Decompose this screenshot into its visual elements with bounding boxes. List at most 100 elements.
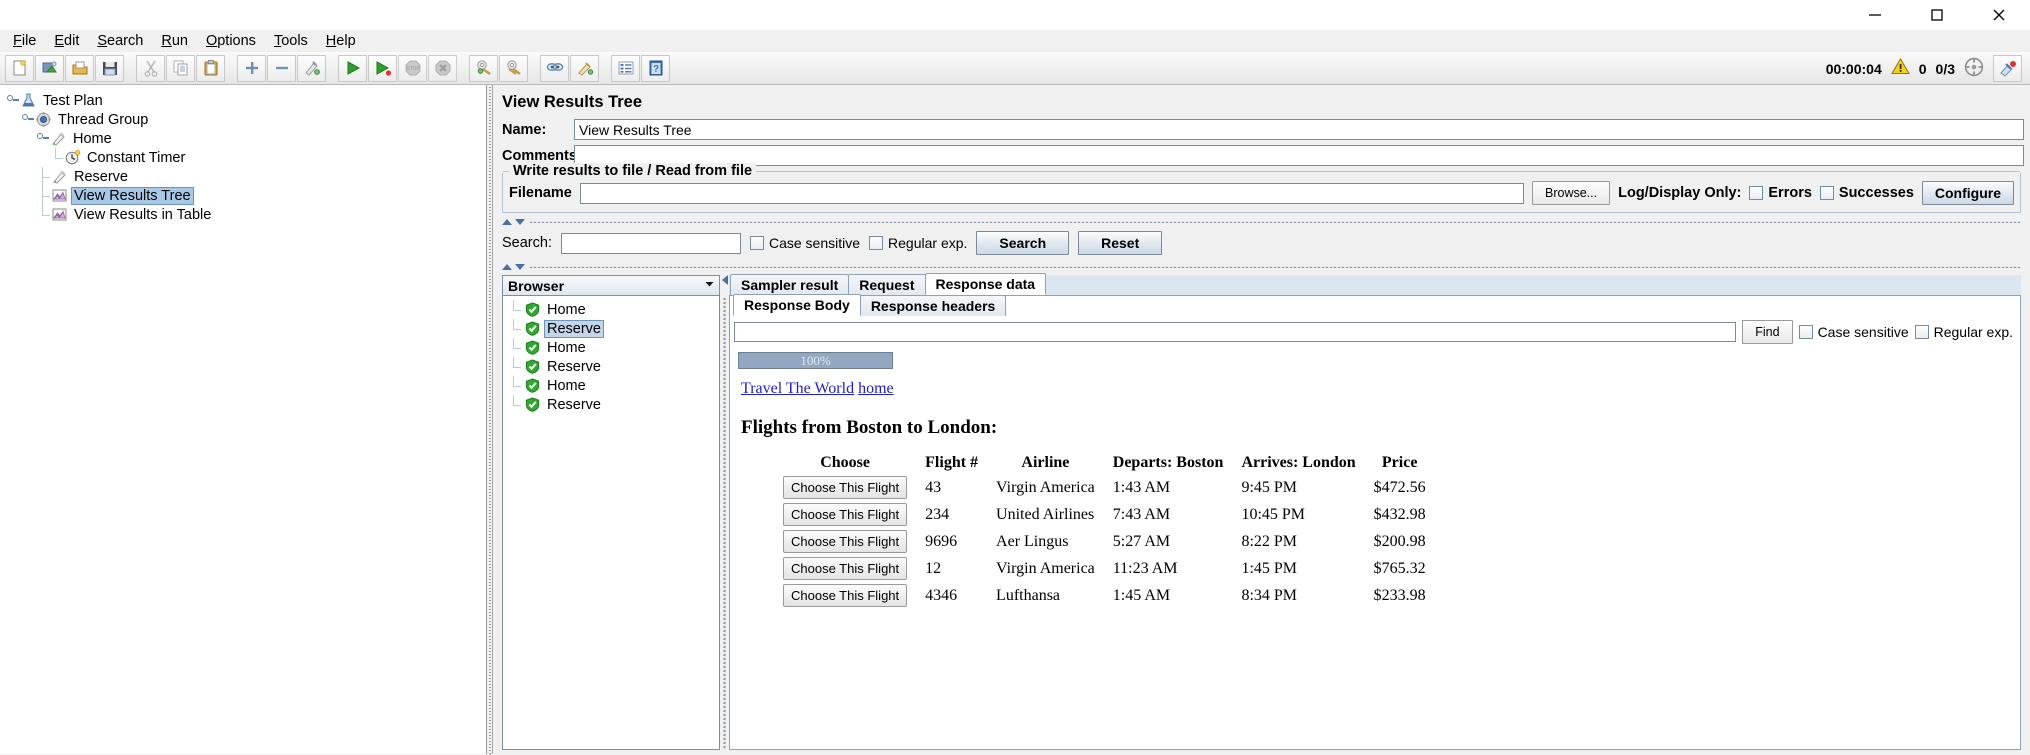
- choose-this-flight-button[interactable]: Choose This Flight: [783, 476, 908, 499]
- tree-node-view-results-in-table[interactable]: View Results in Table: [6, 205, 486, 224]
- browser-selector[interactable]: Browser: [502, 275, 720, 296]
- errors-checkbox-group[interactable]: Errors: [1749, 185, 1812, 201]
- divider-arrows[interactable]: [502, 218, 529, 225]
- menu-file[interactable]: File: [4, 31, 45, 51]
- browser-list-item[interactable]: Home: [505, 300, 719, 319]
- tree-node-test-plan[interactable]: Test Plan: [6, 91, 486, 110]
- window-maximize-button[interactable]: [1906, 0, 1968, 30]
- filename-input[interactable]: [579, 182, 1524, 204]
- tab-response-data[interactable]: Response data: [924, 273, 1047, 295]
- configure-button[interactable]: Configure: [1921, 181, 2014, 205]
- split-divider-top[interactable]: [502, 216, 2021, 227]
- collapse-up-arrow-icon[interactable]: [502, 218, 512, 225]
- errors-checkbox[interactable]: [1749, 186, 1764, 200]
- name-input[interactable]: View Results Tree: [574, 119, 2024, 140]
- browser-list-item[interactable]: Home: [505, 338, 719, 357]
- find-case-sensitive-group[interactable]: Case sensitive: [1798, 324, 1909, 340]
- new-test-plan-button[interactable]: [5, 54, 34, 82]
- tree-node-constant-timer[interactable]: Constant Timer: [6, 148, 486, 167]
- rendered-response-html: 100% Travel The World home Flights from …: [730, 347, 2020, 749]
- start-no-pauses-button[interactable]: [368, 54, 397, 82]
- split-divider-bottom[interactable]: [502, 261, 2021, 272]
- paste-button[interactable]: [196, 54, 225, 82]
- collapse-up-arrow-icon[interactable]: [502, 263, 512, 270]
- menu-edit[interactable]: Edit: [45, 31, 88, 51]
- collapse-down-arrow-icon[interactable]: [515, 218, 525, 225]
- search-input[interactable]: [560, 232, 741, 254]
- expand-knob-icon[interactable]: [21, 113, 34, 126]
- cut-button[interactable]: [136, 54, 165, 82]
- bottom-strip: [493, 750, 2030, 754]
- search-regex-group[interactable]: Regular exp.: [869, 235, 967, 251]
- browser-list-item[interactable]: Reserve: [505, 395, 719, 414]
- collapse-left-arrow-icon[interactable]: [721, 275, 728, 285]
- copy-button[interactable]: [166, 54, 195, 82]
- toggle-button[interactable]: [297, 54, 326, 82]
- link-travel-the-world[interactable]: Travel The World: [741, 380, 854, 397]
- menu-help[interactable]: Help: [317, 31, 365, 51]
- window-minimize-button[interactable]: [1844, 0, 1906, 30]
- function-helper-button[interactable]: [611, 54, 640, 82]
- expand-knob-icon[interactable]: [6, 94, 19, 107]
- arrives: 10:45 PM: [1241, 505, 1306, 523]
- error-indicator-icon[interactable]: [1993, 55, 2022, 82]
- menu-run[interactable]: Run: [152, 31, 197, 51]
- price: $233.98: [1373, 586, 1426, 604]
- menu-tools[interactable]: Tools: [265, 31, 317, 51]
- tree-node-view-results-tree[interactable]: View Results Tree: [6, 186, 486, 205]
- browser-list-item[interactable]: Reserve: [505, 357, 719, 376]
- search-case-sensitive-group[interactable]: Case sensitive: [749, 235, 860, 251]
- find-input[interactable]: [734, 322, 1737, 342]
- expand-knob-icon[interactable]: [36, 132, 49, 145]
- col-arrives: Arrives: London: [1241, 454, 1356, 471]
- search-reset-button[interactable]: Reset: [1078, 231, 1163, 255]
- choose-this-flight-button[interactable]: Choose This Flight: [783, 584, 908, 607]
- start-button[interactable]: [338, 54, 367, 82]
- tab-sampler-result[interactable]: Sampler result: [730, 274, 850, 295]
- templates-button[interactable]: [35, 54, 64, 82]
- tree-elbow: [505, 395, 525, 414]
- browser-result-divider[interactable]: [720, 275, 729, 750]
- find-regex-checkbox[interactable]: [1914, 325, 1929, 339]
- save-button[interactable]: [95, 54, 124, 82]
- help-button[interactable]: ?: [641, 54, 670, 82]
- clear-all-button[interactable]: [499, 54, 528, 82]
- find-regex-group[interactable]: Regular exp.: [1914, 324, 2013, 340]
- find-button[interactable]: Find: [1742, 320, 1793, 344]
- search-reset-button[interactable]: [570, 54, 599, 82]
- thread-count: 0/3: [1935, 60, 1955, 77]
- tree-node-thread-group[interactable]: Thread Group: [6, 110, 486, 129]
- divider-arrows[interactable]: [502, 263, 529, 270]
- stop-button[interactable]: STOP: [398, 54, 427, 82]
- choose-this-flight-button[interactable]: Choose This Flight: [783, 503, 908, 526]
- choose-this-flight-button[interactable]: Choose This Flight: [783, 557, 908, 580]
- expand-all-button[interactable]: [237, 54, 266, 82]
- tree-elbow: [36, 167, 50, 186]
- choose-this-flight-button[interactable]: Choose This Flight: [783, 530, 908, 553]
- open-button[interactable]: [65, 54, 94, 82]
- menu-search[interactable]: Search: [88, 31, 152, 51]
- tab-response-headers[interactable]: Response headers: [859, 295, 1007, 316]
- tree-node-reserve[interactable]: Reserve: [6, 167, 486, 186]
- search-regex-checkbox[interactable]: [869, 236, 884, 250]
- link-home[interactable]: home: [858, 380, 894, 397]
- clear-button[interactable]: [469, 54, 498, 82]
- tab-request[interactable]: Request: [848, 274, 926, 295]
- browse-button[interactable]: Browse...: [1532, 181, 1611, 205]
- chevron-down-icon[interactable]: [702, 276, 717, 295]
- find-case-sensitive-checkbox[interactable]: [1798, 325, 1813, 339]
- browser-list-item[interactable]: Home: [505, 376, 719, 395]
- successes-checkbox-group[interactable]: Successes: [1819, 185, 1914, 201]
- search-button[interactable]: [540, 54, 569, 82]
- search-case-sensitive-checkbox[interactable]: [749, 236, 764, 250]
- tab-response-body[interactable]: Response Body: [733, 294, 861, 316]
- collapse-down-arrow-icon[interactable]: [515, 263, 525, 270]
- successes-checkbox[interactable]: [1819, 186, 1834, 200]
- menu-options[interactable]: Options: [197, 31, 265, 51]
- collapse-all-button[interactable]: [267, 54, 296, 82]
- tree-node-home[interactable]: Home: [6, 129, 486, 148]
- shutdown-button[interactable]: [428, 54, 457, 82]
- browser-list-item[interactable]: Reserve: [505, 319, 719, 338]
- window-close-button[interactable]: [1968, 0, 2030, 30]
- search-submit-button[interactable]: Search: [976, 231, 1070, 255]
